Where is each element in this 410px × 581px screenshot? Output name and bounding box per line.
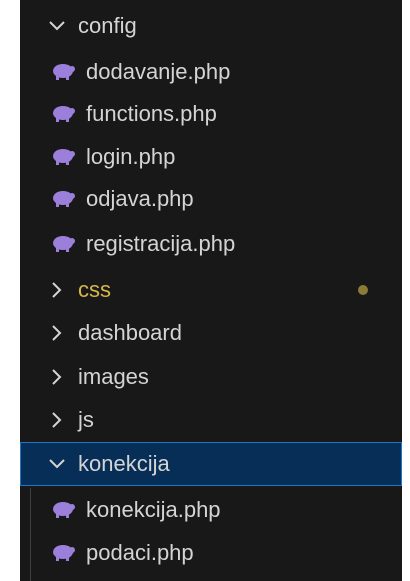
file-konekcija-php[interactable]: konekcija.php xyxy=(20,488,402,532)
folder-config[interactable]: config xyxy=(20,4,402,48)
file-label: odjava.php xyxy=(86,186,194,211)
folder-dashboard[interactable]: dashboard xyxy=(20,311,402,355)
file-podaci-php[interactable]: podaci.php xyxy=(20,531,402,575)
php-file-icon xyxy=(52,542,76,564)
folder-label: dashboard xyxy=(78,320,182,345)
file-label: dodavanje.php xyxy=(86,59,231,84)
php-file-icon xyxy=(52,499,76,521)
file-label: login.php xyxy=(86,144,176,169)
folder-label: js xyxy=(78,407,94,432)
folder-label: konekcija xyxy=(78,451,170,476)
chevron-right-icon xyxy=(46,366,68,388)
file-functions-php[interactable]: functions.php xyxy=(20,92,402,136)
folder-images[interactable]: images xyxy=(20,355,402,399)
php-file-icon xyxy=(52,188,76,210)
file-label: functions.php xyxy=(86,101,217,126)
folder-js[interactable]: js xyxy=(20,398,402,442)
chevron-down-icon xyxy=(46,15,68,37)
chevron-right-icon xyxy=(46,279,68,301)
php-file-icon xyxy=(52,146,76,168)
php-file-icon xyxy=(52,233,76,255)
file-explorer-panel: config dodavanje.php functions.php login… xyxy=(20,0,402,581)
file-label: konekcija.php xyxy=(86,497,221,522)
file-label: podaci.php xyxy=(86,540,194,565)
folder-label: css xyxy=(78,277,111,302)
php-file-icon xyxy=(52,103,76,125)
file-dodavanje-php[interactable]: dodavanje.php xyxy=(20,50,402,94)
folder-css[interactable]: css xyxy=(20,268,402,312)
file-login-php[interactable]: login.php xyxy=(20,135,402,179)
chevron-right-icon xyxy=(46,409,68,431)
file-odjava-php[interactable]: odjava.php xyxy=(20,177,402,221)
folder-label: images xyxy=(78,364,149,389)
chevron-right-icon xyxy=(46,322,68,344)
file-registracija-php[interactable]: registracija.php xyxy=(20,222,402,266)
file-label: registracija.php xyxy=(86,231,236,256)
chevron-down-icon xyxy=(46,453,68,475)
folder-label: config xyxy=(78,13,137,38)
modified-indicator-dot xyxy=(358,285,368,295)
php-file-icon xyxy=(52,61,76,83)
folder-konekcija[interactable]: konekcija xyxy=(20,442,402,486)
